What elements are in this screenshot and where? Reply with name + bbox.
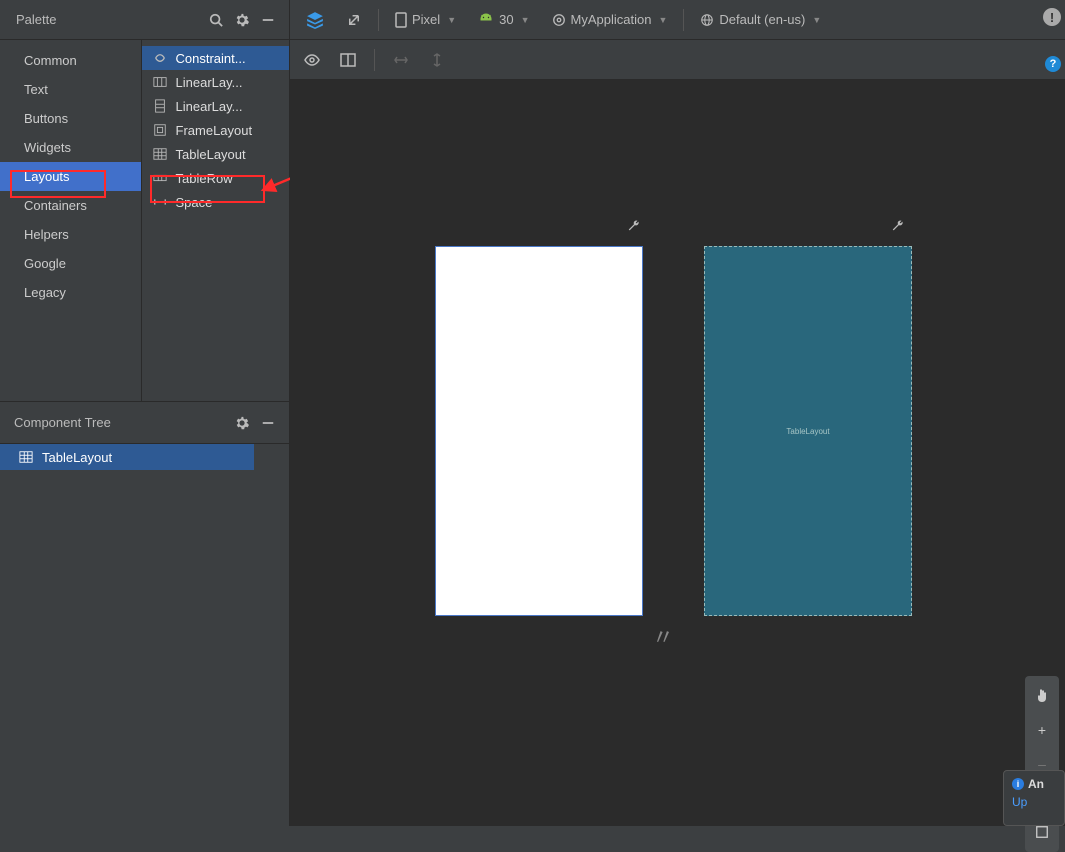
gear-icon[interactable] [231, 9, 253, 31]
chevron-down-icon: ▼ [521, 15, 530, 25]
blueprint-preview[interactable]: TableLayout [704, 246, 912, 616]
category-widgets[interactable]: Widgets [0, 133, 141, 162]
device-label: Pixel [412, 12, 440, 27]
palette-item-linearlayout-v[interactable]: LinearLay... [142, 94, 289, 118]
palette-item-label: LinearLay... [176, 99, 243, 114]
chevron-down-icon: ▼ [447, 15, 456, 25]
blueprint-label: TableLayout [786, 427, 829, 436]
tree-node-root[interactable]: TableLayout [0, 444, 254, 470]
toolbar-divider [683, 9, 684, 31]
linear-h-icon [152, 74, 168, 90]
category-google[interactable]: Google [0, 249, 141, 278]
tree-node-label: TableLayout [42, 450, 112, 465]
category-layouts[interactable]: Layouts [0, 162, 141, 191]
wrench-icon[interactable] [890, 218, 906, 234]
palette-item-label: TableLayout [176, 147, 246, 162]
pan-icon[interactable] [1028, 682, 1056, 710]
app-label: MyApplication [571, 12, 652, 27]
space-icon [152, 194, 168, 210]
design-canvas[interactable]: TableLayout 〃 + – 1:1 i An Up [290, 80, 1065, 826]
search-icon[interactable] [205, 9, 227, 31]
minimize-icon[interactable] [257, 412, 279, 434]
category-helpers[interactable]: Helpers [0, 220, 141, 249]
theme-selector[interactable]: MyApplication ▼ [544, 6, 676, 34]
api-selector[interactable]: 30 ▼ [470, 6, 537, 34]
palette-item-tablelayout[interactable]: TableLayout [142, 142, 289, 166]
category-containers[interactable]: Containers [0, 191, 141, 220]
toolbar-divider [378, 9, 379, 31]
help-icon[interactable]: ? [1045, 56, 1061, 72]
palette-item-label: FrameLayout [176, 123, 253, 138]
device-selector[interactable]: Pixel ▼ [387, 6, 464, 34]
minimize-icon[interactable] [257, 9, 279, 31]
palette-item-linearlayout-h[interactable]: LinearLay... [142, 70, 289, 94]
palette-items: Constraint... LinearLay... LinearLay... … [142, 40, 289, 401]
orientation-toggle[interactable] [338, 6, 370, 34]
notification-link[interactable]: Up [1012, 795, 1056, 809]
api-label: 30 [499, 12, 513, 27]
locale-selector[interactable]: Default (en-us) ▼ [692, 6, 829, 34]
design-preview[interactable] [435, 246, 643, 616]
warnings-icon[interactable]: ! [1043, 8, 1061, 26]
palette-item-label: Space [176, 195, 213, 210]
table-icon [152, 146, 168, 162]
category-text[interactable]: Text [0, 75, 141, 104]
zoom-in-button[interactable]: + [1028, 716, 1056, 744]
locale-label: Default (en-us) [719, 12, 805, 27]
category-buttons[interactable]: Buttons [0, 104, 141, 133]
palette-item-tablerow[interactable]: TableRow [142, 166, 289, 190]
chevron-down-icon: ▼ [658, 15, 667, 25]
table-icon [18, 449, 34, 465]
design-surface-toggle[interactable] [298, 6, 332, 34]
palette-title: Palette [16, 12, 201, 27]
component-tree: TableLayout [0, 444, 289, 826]
chevron-down-icon: ▼ [812, 15, 821, 25]
view-options-toolbar: ? [290, 40, 1065, 80]
wrench-icon[interactable] [626, 218, 642, 234]
design-toolbar: Pixel ▼ 30 ▼ MyApplication ▼ Default (en… [290, 0, 1065, 40]
view-options-icon[interactable] [300, 48, 324, 72]
palette-categories: Common Text Buttons Widgets Layouts Cont… [0, 40, 142, 401]
tablerow-icon [152, 170, 168, 186]
toolbar-divider [374, 49, 375, 71]
component-tree-title: Component Tree [14, 415, 227, 430]
gear-icon[interactable] [231, 412, 253, 434]
palette-header: Palette [0, 0, 289, 40]
constraint-icon [152, 50, 168, 66]
layout-split-icon[interactable] [336, 48, 360, 72]
component-tree-header: Component Tree [0, 402, 289, 444]
frame-icon [152, 122, 168, 138]
category-legacy[interactable]: Legacy [0, 278, 141, 307]
palette-item-label: LinearLay... [176, 75, 243, 90]
palette-item-label: TableRow [176, 171, 233, 186]
notification-title: An [1028, 777, 1044, 791]
category-common[interactable]: Common [0, 46, 141, 75]
android-icon [478, 13, 494, 27]
palette-item-label: Constraint... [176, 51, 246, 66]
info-icon: i [1012, 778, 1024, 790]
notification-popup[interactable]: i An Up [1003, 770, 1065, 826]
palette-item-framelayout[interactable]: FrameLayout [142, 118, 289, 142]
palette-item-space[interactable]: Space [142, 190, 289, 214]
linear-v-icon [152, 98, 168, 114]
expand-vertical-icon[interactable] [425, 48, 449, 72]
resize-handle[interactable]: 〃 [652, 620, 674, 652]
palette-item-constraintlayout[interactable]: Constraint... [142, 46, 289, 70]
expand-horizontal-icon[interactable] [389, 48, 413, 72]
palette-body: Common Text Buttons Widgets Layouts Cont… [0, 40, 289, 402]
